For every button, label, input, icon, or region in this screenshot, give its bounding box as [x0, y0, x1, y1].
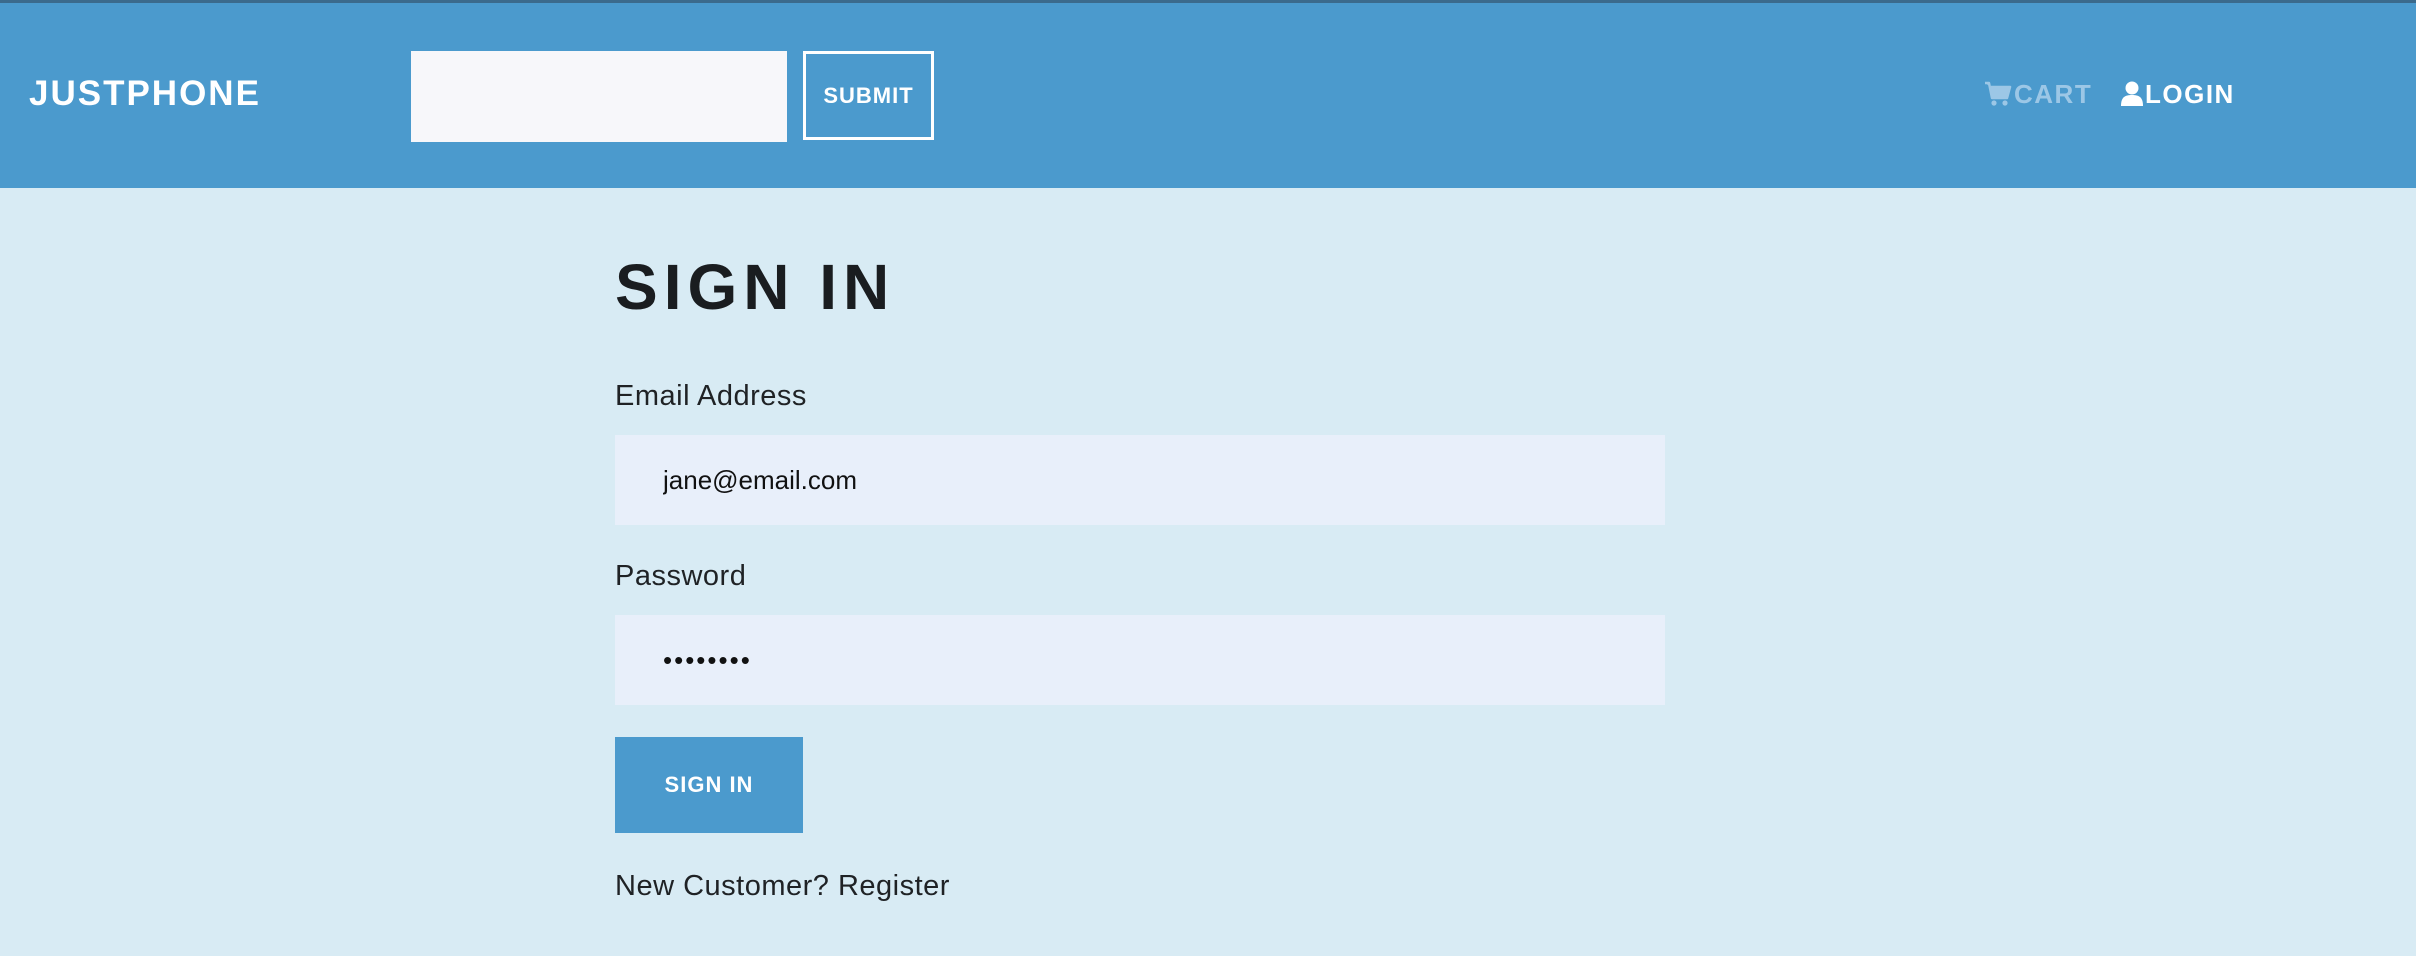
navbar: JUSTPHONE SUBMIT CART LOGIN: [0, 3, 2416, 188]
cart-icon: [1984, 81, 2014, 107]
search-input[interactable]: [411, 51, 787, 142]
password-field[interactable]: [615, 615, 1665, 705]
nav-cart-link[interactable]: CART: [1984, 77, 2092, 111]
register-prompt-text: New Customer?: [615, 870, 830, 902]
brand-logo[interactable]: JUSTPHONE: [29, 73, 261, 115]
search-submit-button[interactable]: SUBMIT: [803, 51, 934, 140]
sign-in-button[interactable]: SIGN IN: [615, 737, 803, 833]
register-prompt: New Customer? Register: [615, 868, 950, 904]
nav-login-link[interactable]: LOGIN: [2121, 77, 2235, 111]
nav-login-label: LOGIN: [2145, 79, 2235, 109]
email-field[interactable]: [615, 435, 1665, 525]
user-icon: [2121, 81, 2145, 107]
page-title: SIGN IN: [615, 251, 896, 323]
register-link[interactable]: Register: [838, 870, 950, 902]
password-label: Password: [615, 560, 747, 592]
nav-cart-label: CART: [2014, 79, 2093, 109]
email-label: Email Address: [615, 380, 807, 412]
